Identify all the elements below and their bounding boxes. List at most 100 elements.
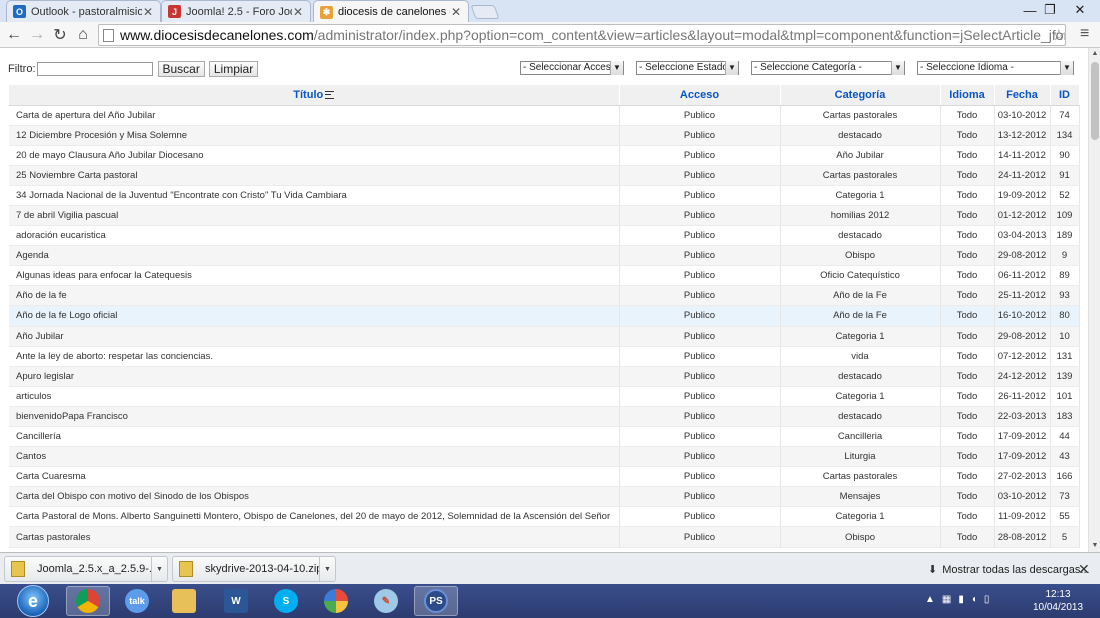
table-row[interactable]: Cartas pastorales Publico Obispo Todo 28-08-… [9,526,1080,548]
article-title-link[interactable]: Carta de apertura del Año Jubilar [9,105,620,126]
header-id[interactable]: ID [1050,85,1080,106]
tab-joomla-forum[interactable]: J Joomla! 2.5 - Foro Joomla ✕ [161,0,311,22]
chevron-down-icon[interactable]: ▼ [151,557,167,581]
table-row[interactable]: Cancillería Publico Cancilleria Todo 17-09-2… [9,426,1080,448]
table-row[interactable]: Carta de apertura del Año Jubilar Publico… [9,105,1080,126]
signal-icon[interactable]: ▮ [958,594,964,605]
article-title-link[interactable]: Carta Cuaresma [9,466,620,488]
article-title-link[interactable]: 20 de mayo Clausura Año Jubilar Diocesan… [9,145,620,166]
forward-icon[interactable]: → [27,25,47,45]
new-tab-button[interactable] [470,5,500,19]
access-select[interactable]: - Seleccionar Acceso - ▼ [520,61,624,75]
article-title-link[interactable]: adoración eucaristica [9,225,620,247]
battery-icon[interactable]: ▯ [984,594,990,605]
picasa-icon[interactable] [314,586,358,616]
article-title-link[interactable]: Cantos [9,446,620,468]
table-row[interactable]: Cantos Publico Liturgia Todo 17-09-2012 43 [9,446,1080,468]
minimize-icon[interactable]: — [1020,0,1040,20]
download-item[interactable]: Joomla_2.5.x_a_2.5.9-....zip ▼ [4,556,168,582]
explorer-icon[interactable] [162,586,206,616]
article-title-link[interactable]: Carta del Obispo con motivo del Sinodo d… [9,486,620,508]
bookmark-star-icon[interactable]: ☆ [1052,26,1065,44]
skype-icon[interactable]: S [264,586,308,616]
vertical-scrollbar[interactable]: ▲ ▼ [1088,48,1100,552]
address-bar[interactable]: www.diocesisdecanelones.com/administrato… [98,24,1066,46]
article-title-link[interactable]: Año Jubilar [9,326,620,347]
article-title-link[interactable]: articulos [9,386,620,407]
back-icon[interactable]: ← [4,25,24,45]
chevron-down-icon[interactable]: ▼ [319,557,335,581]
table-row[interactable]: 34 Jornada Nacional de la Juventud "Enco… [9,185,1080,206]
table-row[interactable]: Carta Pastoral de Mons. Alberto Sanguine… [9,506,1080,528]
url-text: www.diocesisdecanelones.com/administrato… [120,27,1065,43]
article-title-link[interactable]: Año de la fe Logo oficial [9,305,620,327]
article-title-link[interactable]: bienvenidoPapa Francisco [9,406,620,428]
table-row[interactable]: adoración eucaristica Publico destacado Tod… [9,225,1080,247]
header-language[interactable]: Idioma [940,85,995,106]
article-title-link[interactable]: Cartas pastorales [9,526,620,548]
table-row[interactable]: Apuro legislar Publico destacado Todo 24-12-… [9,366,1080,387]
table-row[interactable]: 20 de mayo Clausura Año Jubilar Diocesan… [9,145,1080,166]
table-row[interactable]: 25 Noviembre Carta pastoral Publico Cartas… [9,165,1080,186]
header-title[interactable]: Título [9,85,620,106]
header-date[interactable]: Fecha [994,85,1051,106]
header-access[interactable]: Acceso [619,85,781,106]
table-row[interactable]: bienvenidoPapa Francisco Publico destacado… [9,406,1080,428]
start-button-icon[interactable]: e [17,585,49,617]
article-title-link[interactable]: Cancillería [9,426,620,448]
table-row[interactable]: 12 Diciembre Procesión y Misa Solemne Pub… [9,125,1080,146]
tab-diocesis[interactable]: ✱ diocesis de canelones - A ✕ [313,0,469,23]
table-row[interactable]: Carta del Obispo con motivo del Sinodo d… [9,486,1080,508]
table-row[interactable]: Año Jubilar Publico Categoria 1 Todo 29-08-2… [9,326,1080,347]
show-hidden-icons-icon[interactable]: ▲ [925,594,935,605]
chrome-icon[interactable] [66,586,110,616]
menu-icon[interactable]: ≡ [1080,25,1089,43]
tab-outlook[interactable]: O Outlook - pastoralmisione ✕ [6,0,161,22]
search-input[interactable] [36,62,153,76]
close-icon[interactable]: ✕ [142,5,154,19]
article-title-link[interactable]: Agenda [9,245,620,267]
word-icon[interactable]: W [214,586,258,616]
scroll-up-icon[interactable]: ▲ [1089,48,1100,60]
article-title-link[interactable]: Apuro legislar [9,366,620,387]
volume-icon[interactable]: ◖ [971,594,977,605]
close-downloads-icon[interactable]: ✕ [1078,561,1090,578]
table-row[interactable]: 7 de abril Vigilia pascual Publico homilia… [9,205,1080,227]
download-item[interactable]: skydrive-2013-04-10.zip ▼ [172,556,336,582]
network-icon[interactable]: ▦ [942,594,951,605]
clear-button[interactable]: Limpiar [208,61,259,77]
article-title-link[interactable]: 12 Diciembre Procesión y Misa Solemne [9,125,620,146]
article-title-link[interactable]: Carta Pastoral de Mons. Alberto Sanguine… [9,506,620,528]
table-row[interactable]: Algunas ideas para enfocar la Catequesis… [9,265,1080,287]
reload-icon[interactable]: ↻ [50,25,70,45]
table-row[interactable]: Agenda Publico Obispo Todo 29-08-2012 9 [9,245,1080,267]
show-all-downloads-link[interactable]: ⬇ Mostrar todas las descargas... [928,563,1090,577]
talk-icon[interactable]: talk [115,586,159,616]
article-title-link[interactable]: 25 Noviembre Carta pastoral [9,165,620,186]
category-select[interactable]: - Seleccione Categoría - ▼ [751,61,905,75]
search-button[interactable]: Buscar [157,61,205,77]
article-title-link[interactable]: Ante la ley de aborto: respetar las conc… [9,346,620,367]
article-title-link[interactable]: Algunas ideas para enfocar la Catequesis [9,265,620,287]
ps-icon[interactable]: PS [414,586,458,616]
table-row[interactable]: Carta Cuaresma Publico Cartas pastorales To… [9,466,1080,488]
header-category[interactable]: Categoría [780,85,941,106]
window-close-icon[interactable]: ✕ [1068,0,1092,20]
table-row[interactable]: Año de la fe Publico Año de la Fe Todo 25-11… [9,285,1080,307]
maximize-icon[interactable]: ❐ [1040,0,1060,20]
article-title-link[interactable]: Año de la fe [9,285,620,307]
table-row[interactable]: Año de la fe Logo oficial Publico Año de l… [9,305,1080,327]
home-icon[interactable]: ⌂ [73,25,93,45]
close-icon[interactable]: ✕ [450,5,462,19]
scrollbar-thumb[interactable] [1091,62,1099,140]
state-select[interactable]: - Seleccione Estado - ▼ [636,61,739,75]
close-icon[interactable]: ✕ [292,5,304,19]
language-select[interactable]: - Seleccione Idioma - ▼ [917,61,1074,75]
table-row[interactable]: Ante la ley de aborto: respetar las conc… [9,346,1080,367]
paint-icon[interactable]: ✎ [364,586,408,616]
article-title-link[interactable]: 34 Jornada Nacional de la Juventud "Enco… [9,185,620,206]
table-row[interactable]: articulos Publico Categoria 1 Todo 26-11-201… [9,386,1080,407]
article-title-link[interactable]: 7 de abril Vigilia pascual [9,205,620,227]
clock[interactable]: 12:13 10/04/2013 [1030,588,1086,614]
scroll-down-icon[interactable]: ▼ [1089,540,1100,552]
